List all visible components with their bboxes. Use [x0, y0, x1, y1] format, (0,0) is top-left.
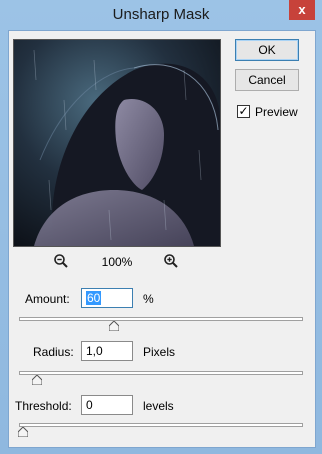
threshold-label: Threshold: — [15, 399, 72, 413]
preview-image-art — [14, 40, 220, 246]
threshold-slider-track[interactable] — [19, 423, 303, 427]
zoom-out-icon[interactable] — [53, 253, 69, 269]
cancel-button[interactable]: Cancel — [235, 69, 299, 91]
threshold-slider-thumb[interactable] — [18, 427, 28, 437]
radius-label: Radius: — [33, 345, 74, 359]
radius-input[interactable]: 1,0 — [81, 341, 133, 361]
radius-unit: Pixels — [143, 345, 176, 359]
zoom-level: 100% — [101, 255, 133, 269]
threshold-unit: levels — [143, 399, 174, 413]
preview-label: Preview — [255, 105, 298, 119]
dialog-title: Unsharp Mask — [112, 6, 210, 23]
threshold-input[interactable]: 0 — [81, 395, 133, 415]
radius-slider-thumb[interactable] — [32, 375, 43, 385]
preview-image[interactable] — [13, 39, 221, 247]
unsharp-mask-dialog: Unsharp Mask x 100% OK Cancel ✓ Preview … — [0, 0, 322, 454]
title-bar[interactable]: Unsharp Mask x — [0, 0, 322, 30]
radius-slider-track[interactable] — [19, 371, 303, 375]
amount-input[interactable]: 60 — [81, 288, 133, 308]
dialog-body: 100% OK Cancel ✓ Preview Amount: 60 % Ra… — [8, 30, 316, 448]
amount-label: Amount: — [25, 292, 70, 306]
ok-button[interactable]: OK — [235, 39, 299, 61]
amount-slider-track[interactable] — [19, 317, 303, 321]
amount-slider-thumb[interactable] — [108, 321, 119, 331]
amount-value: 60 — [86, 291, 102, 305]
preview-checkbox[interactable]: ✓ — [237, 105, 250, 118]
amount-unit: % — [143, 292, 154, 306]
zoom-in-icon[interactable] — [163, 253, 179, 269]
zoom-controls: 100% — [49, 253, 189, 271]
close-button[interactable]: x — [289, 0, 315, 20]
